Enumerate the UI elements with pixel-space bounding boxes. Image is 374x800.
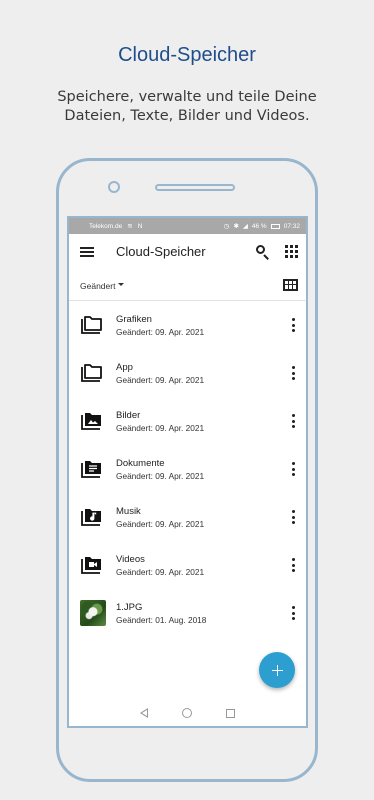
more-options-icon[interactable] [288,365,298,381]
item-name: Musik [116,505,141,517]
search-icon[interactable] [255,244,271,260]
file-list: Grafiken Geändert: 09. Apr. 2021 App Geä… [69,301,306,637]
caret-down-icon [118,282,125,286]
battery-percent: 46 % [251,222,267,230]
item-name: App [116,361,133,373]
app-screen: Telekom.de ≋ N ◷ ✱ ◢ 46 % 07:32 Cloud-Sp… [67,216,308,728]
status-bar: Telekom.de ≋ N ◷ ✱ ◢ 46 % 07:32 [69,218,306,234]
folder-images-icon [80,409,104,433]
list-item-musik[interactable]: Musik Geändert: 09. Apr. 2021 [69,493,306,541]
more-options-icon[interactable] [288,557,298,573]
item-date: Geändert: 09. Apr. 2021 [116,326,205,337]
folder-icon [80,313,104,337]
back-icon[interactable] [140,708,148,718]
wifi-icon: ≋ [127,223,133,230]
signal-icon: ◢ [242,223,248,230]
bluetooth-icon: ✱ [233,223,239,230]
item-name: 1.JPG [116,601,143,613]
more-options-icon[interactable] [288,317,298,333]
home-icon[interactable] [182,708,192,718]
battery-icon [270,223,280,229]
item-name: Videos [116,553,145,565]
item-date: Geändert: 01. Aug. 2018 [116,614,207,625]
nfc-icon: N [137,222,143,230]
folder-video-icon [80,553,104,577]
item-date: Geändert: 09. Apr. 2021 [116,566,205,577]
camera-icon [108,181,120,193]
image-thumbnail [80,600,106,626]
folder-music-icon [80,505,104,529]
more-options-icon[interactable] [288,461,298,477]
carrier-label: Telekom.de [89,222,123,230]
more-options-icon[interactable] [288,413,298,429]
folder-icon [80,361,104,385]
list-item-app[interactable]: App Geändert: 09. Apr. 2021 [69,349,306,397]
add-button[interactable] [259,652,295,688]
list-item-bilder[interactable]: Bilder Geändert: 09. Apr. 2021 [69,397,306,445]
list-item-grafiken[interactable]: Grafiken Geändert: 09. Apr. 2021 [69,301,306,349]
app-title: Cloud-Speicher [116,244,206,259]
sort-label: Geändert [80,280,116,291]
sort-bar: Geändert [69,269,306,301]
phone-frame: Telekom.de ≋ N ◷ ✱ ◢ 46 % 07:32 Cloud-Sp… [56,158,318,782]
item-name: Bilder [116,409,141,421]
list-item-1-jpg[interactable]: 1.JPG Geändert: 01. Aug. 2018 [69,589,306,637]
sort-dropdown[interactable]: Geändert [80,276,125,294]
more-options-icon[interactable] [288,509,298,525]
list-item-dokumente[interactable]: Dokumente Geändert: 09. Apr. 2021 [69,445,306,493]
more-options-icon[interactable] [288,605,298,621]
item-date: Geändert: 09. Apr. 2021 [116,422,205,433]
plus-icon [271,664,283,676]
item-date: Geändert: 09. Apr. 2021 [116,470,205,481]
item-name: Dokumente [116,457,165,469]
recent-apps-icon[interactable] [226,708,235,718]
apps-grid-icon[interactable] [285,245,298,258]
promo-title: Cloud-Speicher [118,44,256,66]
speaker-grille [155,184,235,191]
clock: 07:32 [283,222,300,230]
alarm-icon: ◷ [223,223,230,230]
app-bar: Cloud-Speicher [69,234,306,269]
hamburger-menu-icon[interactable] [80,246,94,257]
item-date: Geändert: 09. Apr. 2021 [116,518,205,529]
promo-subtitle: Speichere, verwalte und teile Deine Date… [57,89,317,124]
item-name: Grafiken [116,313,152,325]
item-date: Geändert: 09. Apr. 2021 [116,374,205,385]
list-item-videos[interactable]: Videos Geändert: 09. Apr. 2021 [69,541,306,589]
system-nav-bar [69,700,306,726]
grid-view-icon[interactable] [283,278,298,291]
folder-documents-icon [80,457,104,481]
